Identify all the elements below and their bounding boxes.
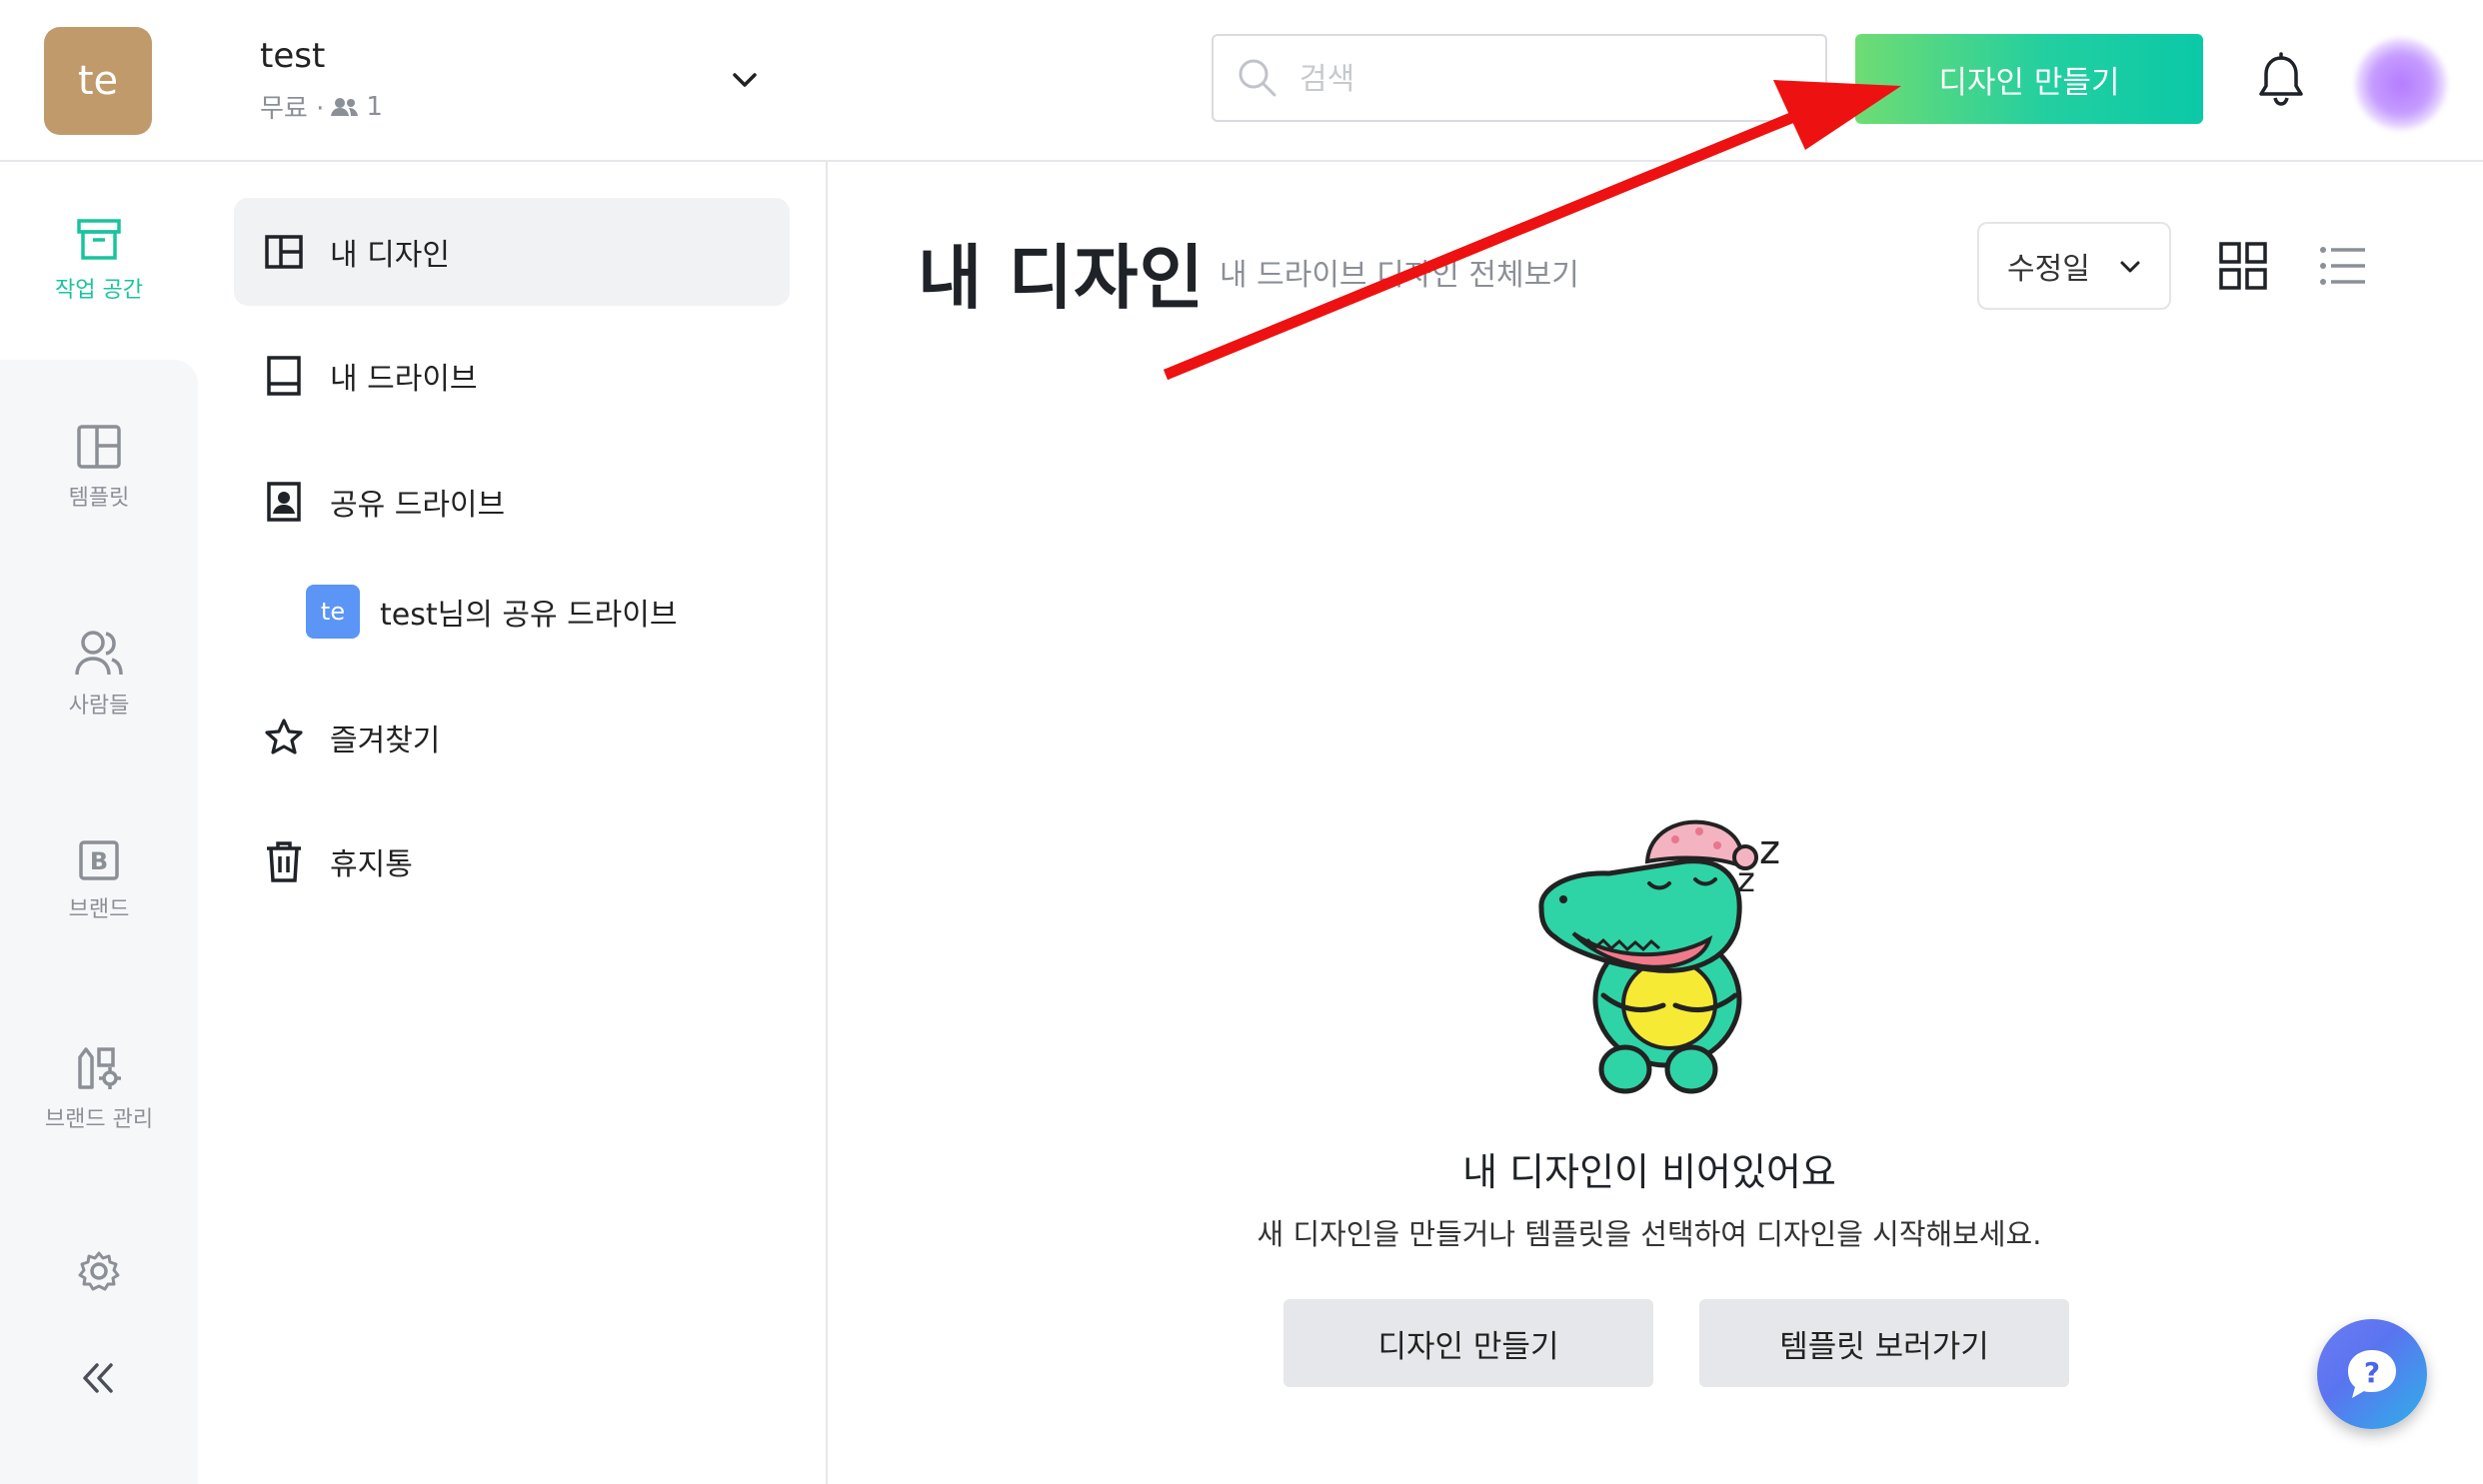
empty-state-description: 새 디자인을 만들거나 템플릿을 선택하여 디자인을 시작해보세요. [1256, 1217, 2042, 1251]
drive-icon [267, 356, 301, 396]
search-box[interactable] [1212, 34, 1827, 122]
rail-item-brand-manage[interactable]: 브랜드 관리 [0, 1043, 198, 1133]
trash-icon [267, 841, 301, 882]
star-icon [265, 719, 303, 754]
members-icon [331, 97, 359, 116]
nav-item-my-designs[interactable]: 내 디자인 [234, 198, 790, 306]
browse-templates-button[interactable]: 템플릿 보러가기 [1699, 1299, 2069, 1387]
settings-gear-icon [78, 1251, 120, 1291]
help-chat-button[interactable]: ? [2317, 1319, 2427, 1429]
shared-drive-icon [267, 482, 301, 522]
archive-box-icon [77, 219, 121, 260]
nav-item-favorites[interactable]: 즐겨찾기 [234, 684, 790, 791]
nav-item-trash[interactable]: 휴지통 [234, 807, 790, 915]
brand-manage-icon [78, 1047, 121, 1089]
rail-item-people[interactable]: 사람들 [0, 630, 198, 720]
nav-label: 휴지통 [330, 847, 413, 882]
svg-text:?: ? [2364, 1356, 2380, 1389]
layout-icon [265, 235, 303, 269]
empty-create-design-button[interactable]: 디자인 만들기 [1283, 1299, 1653, 1387]
list-view-icon[interactable] [2317, 240, 2369, 292]
people-icon [75, 631, 123, 676]
double-chevron-left-icon [83, 1363, 113, 1393]
sort-value: 수정일 [2007, 252, 2090, 287]
chevron-down-icon[interactable] [725, 60, 765, 100]
nav-item-shared-drive-test[interactable]: te test님의 공유 드라이브 [306, 576, 677, 648]
nav-item-my-drive[interactable]: 내 드라이브 [234, 322, 790, 430]
shared-drive-avatar: te [306, 585, 360, 639]
workspace-avatar[interactable]: te [44, 27, 152, 135]
nav-item-shared-drive[interactable]: 공유 드라이브 [234, 448, 790, 556]
rail-label: 작업 공간 [55, 278, 143, 303]
rail-item-workspace[interactable]: 작업 공간 [0, 218, 198, 304]
question-bubble-icon: ? [2348, 1350, 2396, 1398]
rail-label: 템플릿 [68, 486, 130, 511]
bell-icon[interactable] [2255, 52, 2307, 108]
create-design-button[interactable]: 디자인 만들기 [1855, 34, 2203, 124]
nav-label: 내 디자인 [330, 238, 450, 273]
search-input[interactable] [1297, 54, 1801, 104]
rail-item-templates[interactable]: 템플릿 [0, 424, 198, 512]
sleeping-crocodile-illustration: z z [1538, 819, 1780, 1094]
profile-image [2355, 38, 2447, 130]
svg-text:z: z [1759, 827, 1780, 873]
grid-view-icon[interactable] [2217, 240, 2269, 292]
search-icon [1239, 59, 1276, 97]
sort-dropdown[interactable]: 수정일 [1977, 222, 2171, 310]
nav-label: test님의 공유 드라이브 [380, 598, 678, 633]
rail-item-brand[interactable]: B 브랜드 [0, 839, 198, 923]
empty-state-title: 내 디자인이 비어있어요 [1462, 1150, 1836, 1194]
workspace-meta: 무료 · 1 [260, 88, 383, 125]
page-title: 내 디자인 [918, 237, 1205, 319]
rail-collapse[interactable] [0, 1361, 198, 1395]
brand-b-icon: B [79, 840, 119, 880]
layout-grid-icon [77, 425, 121, 469]
rail-label: 브랜드 관리 [44, 1107, 154, 1132]
page-subtitle: 내 드라이브 디자인 전체보기 [1220, 258, 1579, 293]
nav-label: 즐겨찾기 [330, 724, 441, 758]
rail-label: 사람들 [68, 694, 130, 719]
rail-item-settings[interactable] [0, 1249, 198, 1293]
rail-label: 브랜드 [68, 897, 130, 922]
profile-avatar[interactable] [2315, 18, 2483, 160]
nav-label: 내 드라이브 [330, 362, 478, 397]
svg-text:B: B [90, 847, 108, 875]
member-count: 1 [366, 91, 383, 122]
nav-label: 공유 드라이브 [330, 488, 506, 523]
chevron-down-icon [2120, 261, 2140, 273]
plan-label: 무료 · [260, 94, 325, 124]
workspace-name[interactable]: test [260, 36, 325, 76]
